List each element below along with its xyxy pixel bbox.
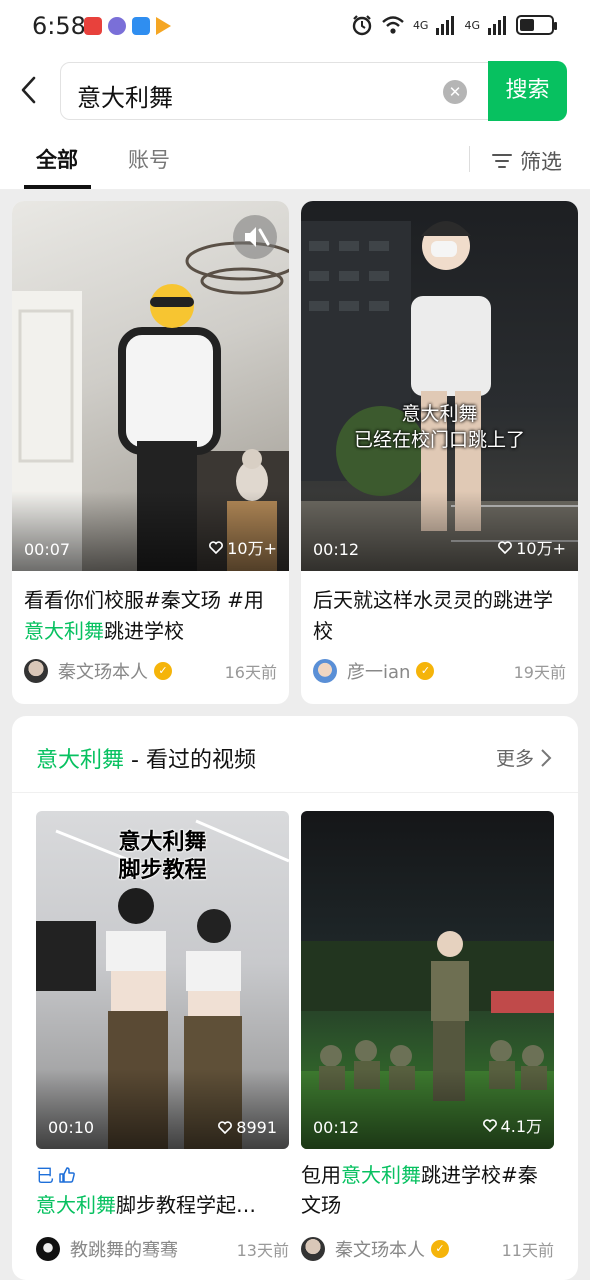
video-meta: 秦文玚本人 ✓ 16天前 — [24, 657, 277, 685]
verified-badge-icon: ✓ — [416, 662, 435, 680]
video-meta: 教跳舞的骞骞 13天前 — [36, 1236, 289, 1262]
signal-icon — [436, 16, 455, 35]
search-header: 意大利舞 ✕ 搜索 — [0, 56, 590, 128]
filter-button[interactable]: 筛选 — [492, 146, 562, 176]
video-meta: 彦一ian ✓ 19天前 — [313, 657, 566, 685]
chevron-right-icon — [541, 748, 552, 767]
heart-icon — [482, 1118, 497, 1132]
search-input[interactable]: 意大利舞 ✕ — [60, 62, 490, 120]
video-title[interactable]: 后天就这样水灵灵的跳进学校 — [313, 585, 566, 647]
battery-icon — [516, 15, 557, 35]
post-time: 19天前 — [513, 663, 566, 682]
video-app-icon — [84, 17, 102, 35]
video-title[interactable]: 包用意大利舞跳进学校#秦文玚 — [301, 1160, 554, 1220]
video-thumbnail[interactable]: 00:12 4.1万 — [301, 811, 554, 1149]
alarm-icon — [352, 15, 372, 36]
author-name[interactable]: 教跳舞的骞骞 — [70, 1236, 178, 1262]
avatar[interactable] — [24, 659, 48, 683]
search-query-text[interactable]: 意大利舞 — [77, 78, 173, 113]
divider — [469, 146, 470, 172]
tab-account[interactable]: 账号 — [128, 144, 170, 174]
verified-badge-icon: ✓ — [431, 1240, 449, 1258]
like-count: 4.1万 — [482, 1113, 542, 1137]
status-bar: 6:58 4G 4G — [0, 0, 590, 56]
tab-all[interactable]: 全部 — [36, 144, 78, 174]
video-thumbnail[interactable]: 意大利舞 已经在校门口跳上了 00:12 10万+ — [301, 201, 578, 571]
cloud-app-icon — [132, 17, 150, 35]
video-overlay-text: 意大利舞 已经在校门口跳上了 — [353, 403, 525, 451]
filter-label: 筛选 — [520, 150, 562, 174]
video-overlay-text: 意大利舞 脚步教程 — [118, 830, 207, 883]
music-app-icon — [108, 17, 126, 35]
watched-videos-section: 意大利舞 - 看过的视频 更多 意大利舞 脚步教程 00:10 8991 已 意… — [12, 716, 578, 1280]
video-duration: 00:12 — [313, 1118, 360, 1137]
post-time: 11天前 — [501, 1241, 554, 1260]
video-duration: 00:12 — [313, 540, 360, 559]
play-app-icon — [156, 17, 171, 35]
video-card[interactable]: 意大利舞 已经在校门口跳上了 00:12 10万+ 后天就这样水灵灵的跳进学校 … — [301, 201, 578, 704]
verified-badge-icon: ✓ — [154, 662, 172, 680]
network-label-1: 4G — [412, 18, 429, 32]
avatar[interactable] — [301, 1237, 325, 1261]
thumbs-up-icon — [59, 1167, 75, 1183]
more-link[interactable]: 更多 — [496, 744, 552, 771]
author-name[interactable]: 彦一ian — [347, 658, 410, 684]
result-tabs: 全部 账号 筛选 — [0, 128, 590, 190]
keyword-highlight: 意大利舞 — [24, 619, 104, 643]
post-time: 16天前 — [224, 663, 277, 682]
author-name[interactable]: 秦文玚本人 — [58, 658, 148, 684]
heart-icon — [498, 540, 513, 554]
network-label-2: 4G — [464, 18, 480, 32]
status-indicators: 4G 4G — [351, 14, 557, 36]
video-title[interactable]: 意大利舞脚步教程学起… — [36, 1190, 289, 1220]
signal-icon-2 — [488, 16, 506, 35]
liked-indicator: 已 — [36, 1162, 76, 1188]
section-keyword: 意大利舞 — [36, 748, 125, 773]
author-name[interactable]: 秦文玚本人 — [335, 1236, 425, 1262]
video-duration: 00:10 — [48, 1118, 95, 1137]
mute-icon[interactable] — [233, 215, 277, 259]
battery-level — [520, 19, 534, 31]
video-duration: 00:07 — [24, 540, 71, 559]
search-button[interactable]: 搜索 — [488, 61, 567, 121]
filter-icon — [492, 154, 512, 168]
section-title: 意大利舞 - 看过的视频 — [36, 748, 256, 773]
avatar[interactable] — [36, 1237, 60, 1261]
like-count: 10万+ — [498, 535, 566, 559]
heart-icon — [209, 540, 224, 554]
video-title[interactable]: 看看你们校服#秦文玚 #用意大利舞跳进学校 — [24, 585, 277, 647]
video-meta: 秦文玚本人 ✓ 11天前 — [301, 1236, 554, 1262]
status-time: 6:58 — [32, 12, 86, 40]
status-app-icons — [84, 17, 171, 35]
avatar[interactable] — [313, 659, 337, 683]
active-tab-indicator — [24, 185, 91, 189]
back-arrow-icon[interactable] — [14, 74, 46, 106]
wifi-icon — [382, 16, 404, 34]
post-time: 13天前 — [236, 1241, 289, 1260]
heart-icon — [218, 1121, 233, 1134]
like-count: 8991 — [218, 1118, 277, 1137]
video-thumbnail[interactable]: 00:07 10万+ — [12, 201, 289, 571]
video-card[interactable]: 00:07 10万+ 看看你们校服#秦文玚 #用意大利舞跳进学校 秦文玚本人 ✓… — [12, 201, 289, 704]
like-count: 10万+ — [209, 535, 277, 559]
clear-icon[interactable]: ✕ — [443, 80, 467, 104]
video-thumbnail[interactable]: 意大利舞 脚步教程 00:10 8991 — [36, 811, 289, 1149]
